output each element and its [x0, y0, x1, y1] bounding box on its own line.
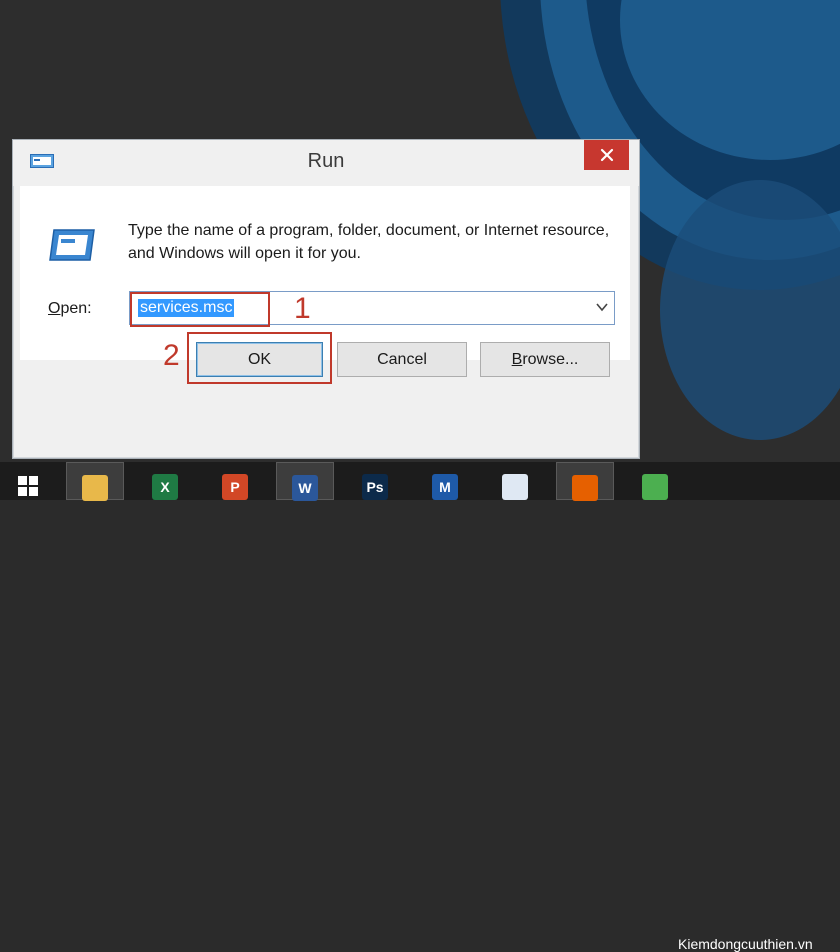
photoshop-icon: Ps [362, 474, 388, 500]
cancel-button-label: Cancel [377, 350, 427, 368]
dialog-title: Run [307, 150, 345, 172]
open-label-accelerator: O [48, 300, 61, 317]
taskbar-button[interactable]: W [276, 462, 334, 501]
ok-button-label: OK [247, 350, 272, 368]
firefox-icon [572, 475, 598, 501]
watermark-text: Kiemdongcuuthien.vn [678, 936, 813, 952]
run-dialog: Run Type the name of a program, folder, … [12, 139, 640, 459]
close-button[interactable] [584, 140, 629, 170]
wallpaper-swirl [660, 180, 840, 440]
cancel-button[interactable]: Cancel [337, 342, 467, 377]
excel-icon: X [152, 474, 178, 500]
browse-button[interactable]: Browse... [480, 342, 610, 377]
close-icon [600, 148, 613, 162]
open-label-text: pen: [60, 300, 92, 317]
open-label: Open: [48, 300, 92, 318]
windows-start-icon[interactable] [8, 474, 42, 500]
taskbar-button[interactable]: X [136, 462, 194, 500]
annotation-step-2: 2 [163, 339, 180, 372]
taskbar-button[interactable]: Ps [346, 462, 404, 500]
taskbar: X P W Ps M Kiemdongcuuthien.vn [0, 462, 840, 952]
instruction-text: Type the name of a program, folder, docu… [128, 222, 610, 262]
annotation-step-1: 1 [294, 292, 311, 325]
file-explorer-icon [82, 475, 108, 501]
browse-button-label: rowse... [522, 350, 579, 368]
chevron-down-icon[interactable] [596, 302, 608, 312]
document-icon [502, 474, 528, 500]
taskbar-button[interactable]: M [416, 462, 474, 500]
taskbar-button[interactable] [486, 462, 544, 500]
taskbar-button[interactable] [556, 462, 614, 501]
ok-button[interactable]: OK [196, 342, 323, 377]
title-bar[interactable]: Run [13, 140, 639, 186]
browse-button-accelerator: B [511, 350, 523, 368]
taskbar-button[interactable] [66, 462, 124, 501]
m-app-icon: M [432, 474, 458, 500]
chrome-icon [642, 474, 668, 500]
run-program-icon [49, 229, 95, 261]
taskbar-button[interactable]: P [206, 462, 264, 500]
taskbar-button[interactable] [626, 462, 684, 500]
word-icon: W [292, 475, 318, 501]
powerpoint-icon: P [222, 474, 248, 500]
highlight-box-step-1 [130, 292, 270, 327]
